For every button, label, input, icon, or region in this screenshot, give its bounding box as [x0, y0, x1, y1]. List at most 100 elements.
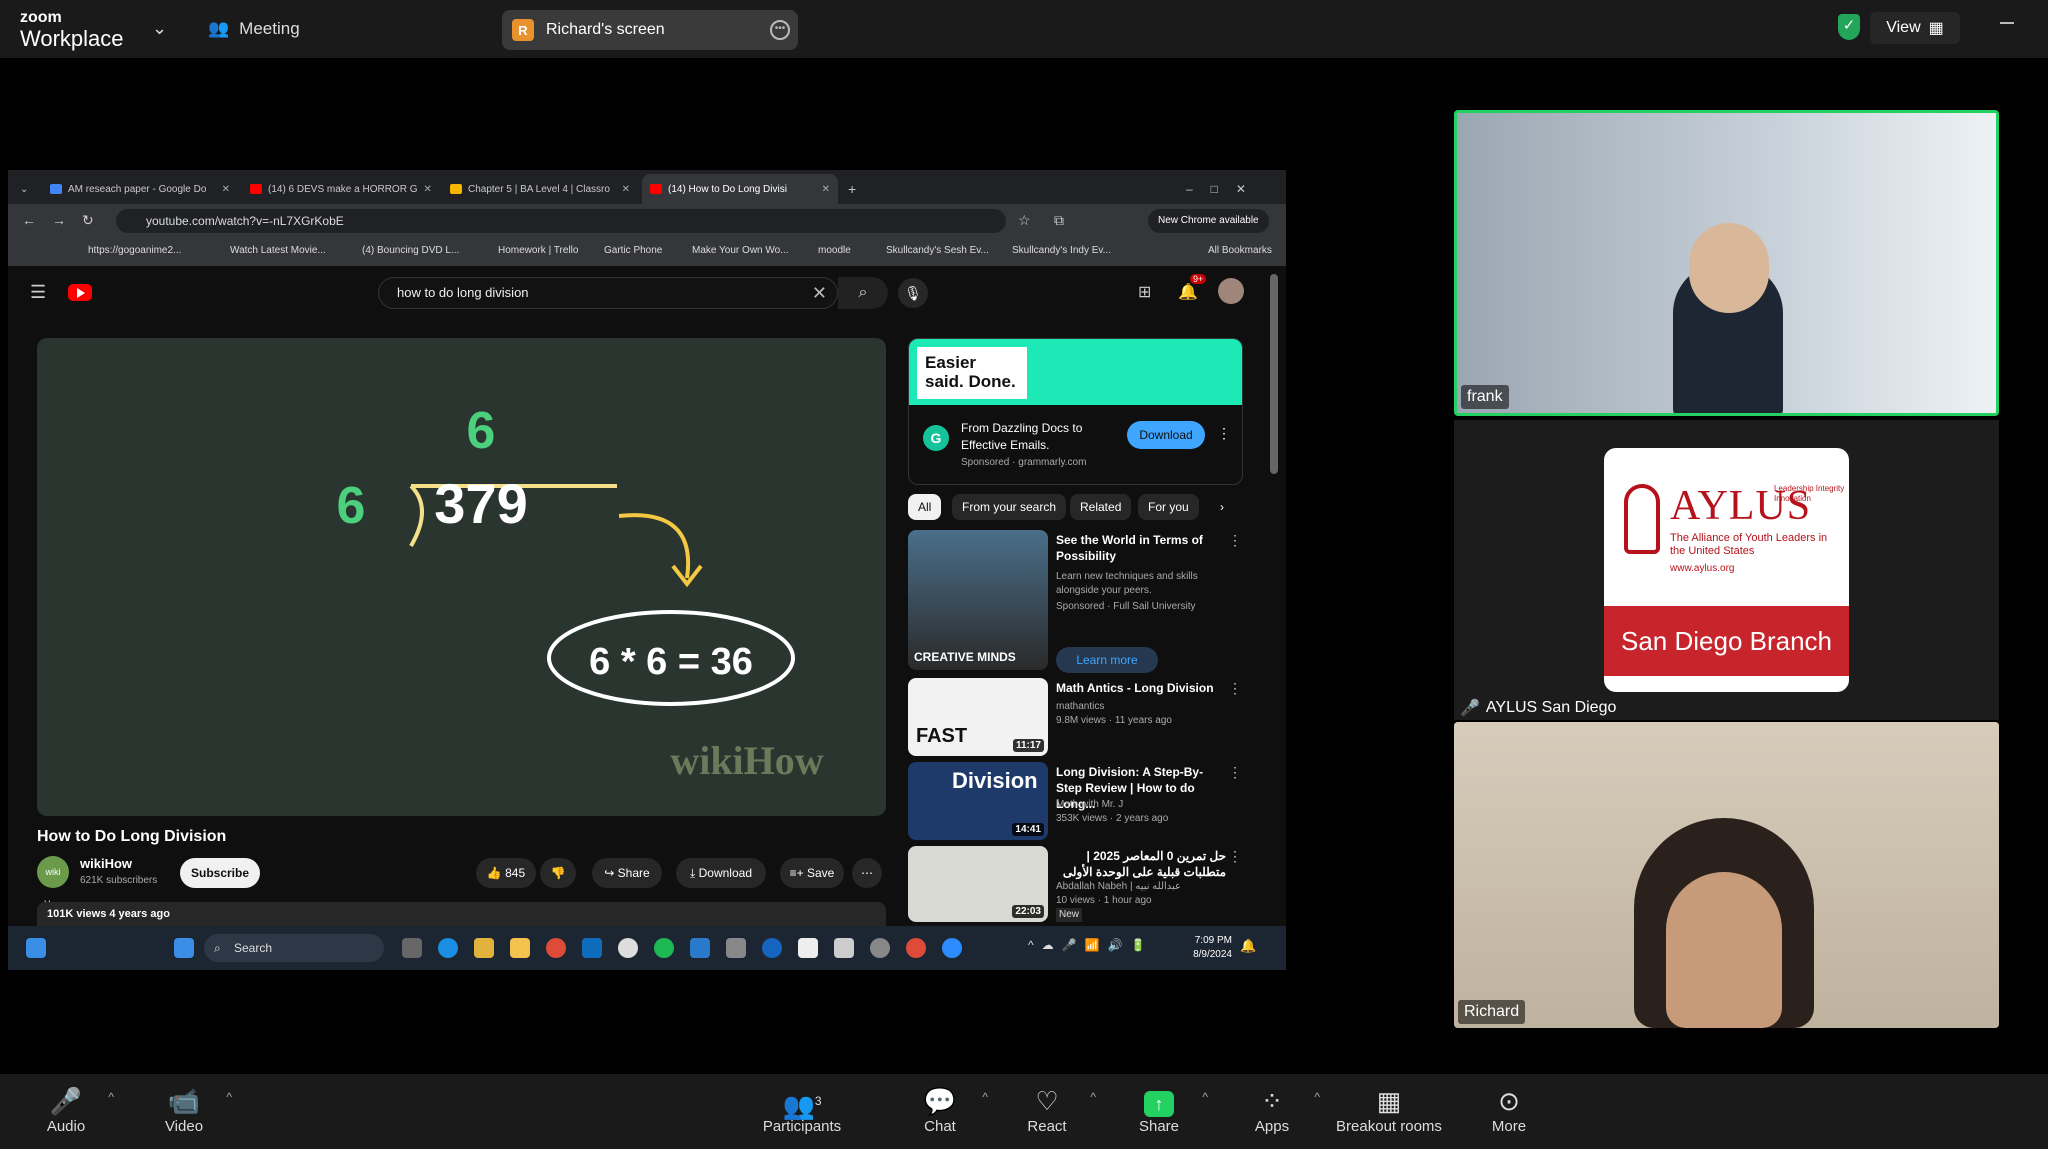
- save-button[interactable]: ≡+ Save: [780, 858, 844, 888]
- shield-icon[interactable]: [726, 938, 746, 958]
- bookmark-item[interactable]: Gartic Phone: [604, 245, 662, 256]
- microphone-icon[interactable]: 🎙: [898, 278, 928, 308]
- window-controls[interactable]: –□✕: [1178, 174, 1278, 204]
- app-icon[interactable]: [762, 938, 782, 958]
- participant-tile-aylus[interactable]: AYLUS Leadership Integrity Innovation Th…: [1454, 420, 1999, 720]
- more-options-icon[interactable]: ⋮: [1217, 425, 1231, 442]
- new-tab-button[interactable]: +: [840, 174, 866, 204]
- forward-icon[interactable]: →: [52, 212, 66, 228]
- sponsored-ad[interactable]: Easier said. Done. G From Dazzling Docs …: [908, 338, 1243, 485]
- bookmark-item[interactable]: Homework | Trello: [498, 245, 578, 256]
- learn-more-button[interactable]: Learn more: [1056, 647, 1158, 673]
- chevron-right-icon[interactable]: ›: [1210, 494, 1234, 520]
- share-screen-button[interactable]: ↑ Share ^: [1136, 1084, 1208, 1135]
- bookmark-item[interactable]: https://gogoanime2...: [88, 245, 181, 256]
- minimize-icon[interactable]: [2000, 22, 2014, 24]
- system-tray-icons[interactable]: ^☁🎤📶🔊🔋: [1028, 938, 1153, 952]
- page-scrollbar[interactable]: [1270, 274, 1278, 474]
- notifications-icon[interactable]: 🔔: [1178, 282, 1198, 302]
- security-shield-icon[interactable]: ✓: [1838, 14, 1860, 40]
- youtube-search-input[interactable]: how to do long division ✕: [378, 277, 838, 309]
- chip-related[interactable]: Related: [1070, 494, 1132, 520]
- app-icon[interactable]: [798, 938, 818, 958]
- channel-avatar[interactable]: wiki How: [37, 856, 69, 909]
- channel-name[interactable]: Math with Mr. J: [1056, 798, 1123, 812]
- video-title[interactable]: Math Antics - Long Division: [1056, 680, 1226, 696]
- breakout-rooms-button[interactable]: ▦ Breakout rooms: [1330, 1084, 1448, 1135]
- search-icon[interactable]: ⌕: [838, 277, 888, 309]
- close-icon[interactable]: ✕: [222, 184, 230, 195]
- apps-button[interactable]: ⁘ Apps ^: [1250, 1084, 1320, 1135]
- bookmark-item[interactable]: Watch Latest Movie...: [230, 245, 326, 256]
- video-player[interactable]: 6 6 379 6 * 6 = 36 wikiHow: [37, 338, 886, 816]
- chip-for-you[interactable]: For you: [1138, 494, 1199, 520]
- chrome-icon[interactable]: [906, 938, 926, 958]
- taskbar-clock[interactable]: 7:09 PM 8/9/2024: [1178, 934, 1232, 962]
- youtube-logo-icon[interactable]: [68, 284, 92, 301]
- outlook-icon[interactable]: [582, 938, 602, 958]
- zoom-icon[interactable]: [942, 938, 962, 958]
- chevron-up-icon[interactable]: ^: [1314, 1090, 1320, 1104]
- react-button[interactable]: ♡ React ^: [1024, 1084, 1096, 1135]
- video-button[interactable]: 📹 Video ^: [162, 1084, 232, 1135]
- tab-search-icon[interactable]: ⌄: [12, 174, 36, 204]
- bookmark-item[interactable]: Skullcandy's Sesh Ev...: [886, 245, 989, 256]
- start-icon[interactable]: [174, 938, 194, 958]
- video-thumbnail[interactable]: 22:03: [908, 846, 1048, 922]
- chevron-down-icon[interactable]: ⌄: [152, 18, 167, 39]
- like-button[interactable]: 👍 845: [476, 858, 536, 888]
- taskbar-search[interactable]: ⌕ Search: [204, 934, 384, 962]
- video-thumbnail[interactable]: Division 14:41: [908, 762, 1048, 840]
- video-thumbnail[interactable]: FAST 11:17: [908, 678, 1048, 756]
- vscode-icon[interactable]: [690, 938, 710, 958]
- recommended-video[interactable]: CREATIVE MINDS See the World in Terms of…: [908, 530, 1243, 678]
- bookmark-item[interactable]: (4) Bouncing DVD L...: [362, 245, 459, 256]
- edge-icon[interactable]: [438, 938, 458, 958]
- chip-all[interactable]: All: [908, 494, 942, 520]
- browser-tab[interactable]: Chapter 5 | BA Level 4 | Classro ✕: [442, 174, 638, 204]
- chevron-up-icon[interactable]: ^: [226, 1090, 232, 1104]
- more-options-icon[interactable]: ⋮: [1228, 680, 1242, 697]
- chevron-up-icon[interactable]: ^: [982, 1090, 988, 1104]
- video-title[interactable]: حل تمرين 0 المعاصر 2025 | متطلبات قبلية …: [1056, 848, 1226, 880]
- more-options-icon[interactable]: ⋮: [1228, 764, 1242, 781]
- audio-button[interactable]: 🎤 Audio ^: [44, 1084, 114, 1135]
- app-icon[interactable]: [834, 938, 854, 958]
- subscribe-button[interactable]: Subscribe: [180, 858, 260, 888]
- browser-tab-active[interactable]: (14) How to Do Long Divisi ✕: [642, 174, 838, 204]
- spotify-icon[interactable]: [654, 938, 674, 958]
- more-options-icon[interactable]: ⋮: [1228, 532, 1242, 549]
- video-title[interactable]: See the World in Terms of Possibility: [1056, 532, 1226, 564]
- url-field[interactable]: youtube.com/watch?v=-nL7XGrKobE: [116, 209, 1006, 233]
- screen-share-indicator[interactable]: R Richard's screen •••: [502, 10, 798, 50]
- meeting-menu[interactable]: 👥 Meeting: [208, 19, 300, 39]
- star-icon[interactable]: ☆: [1018, 212, 1031, 229]
- video-thumbnail[interactable]: CREATIVE MINDS: [908, 530, 1048, 670]
- channel-name[interactable]: Abdallah Nabeh | عبدالله نبيه: [1056, 880, 1181, 894]
- zoom-workplace-logo[interactable]: zoom Workplace: [20, 10, 124, 50]
- more-actions-button[interactable]: ⋯: [852, 858, 882, 888]
- recommended-video[interactable]: FAST 11:17 Math Antics - Long Division m…: [908, 678, 1243, 758]
- participants-button[interactable]: 👥3 Participants: [760, 1084, 844, 1135]
- more-options-icon[interactable]: •••: [770, 20, 790, 40]
- close-icon[interactable]: ✕: [822, 184, 830, 195]
- reload-icon[interactable]: ↻: [82, 212, 94, 229]
- chatgpt-icon[interactable]: [618, 938, 638, 958]
- close-icon[interactable]: ✕: [423, 184, 431, 195]
- chevron-up-icon[interactable]: ^: [1202, 1090, 1208, 1104]
- task-view-icon[interactable]: [402, 938, 422, 958]
- ad-download-button[interactable]: Download: [1127, 421, 1205, 449]
- account-avatar[interactable]: [1218, 278, 1244, 304]
- bookmark-item[interactable]: Make Your Own Wo...: [692, 245, 789, 256]
- chat-button[interactable]: 💬 Chat ^: [918, 1084, 988, 1135]
- more-button[interactable]: ⊙ More: [1486, 1084, 1532, 1135]
- browser-tab[interactable]: (14) 6 DEVS make a HORROR G ✕: [242, 174, 438, 204]
- new-chrome-available-button[interactable]: New Chrome available: [1148, 209, 1269, 233]
- app-icon[interactable]: [474, 938, 494, 958]
- participant-tile-richard[interactable]: Richard: [1454, 722, 1999, 1028]
- back-icon[interactable]: ←: [22, 212, 36, 228]
- recommended-video[interactable]: Division 14:41 Long Division: A Step-By-…: [908, 762, 1243, 842]
- more-options-icon[interactable]: ⋮: [1228, 848, 1242, 865]
- clear-search-icon[interactable]: ✕: [812, 278, 827, 308]
- bookmark-item[interactable]: moodle: [818, 245, 851, 256]
